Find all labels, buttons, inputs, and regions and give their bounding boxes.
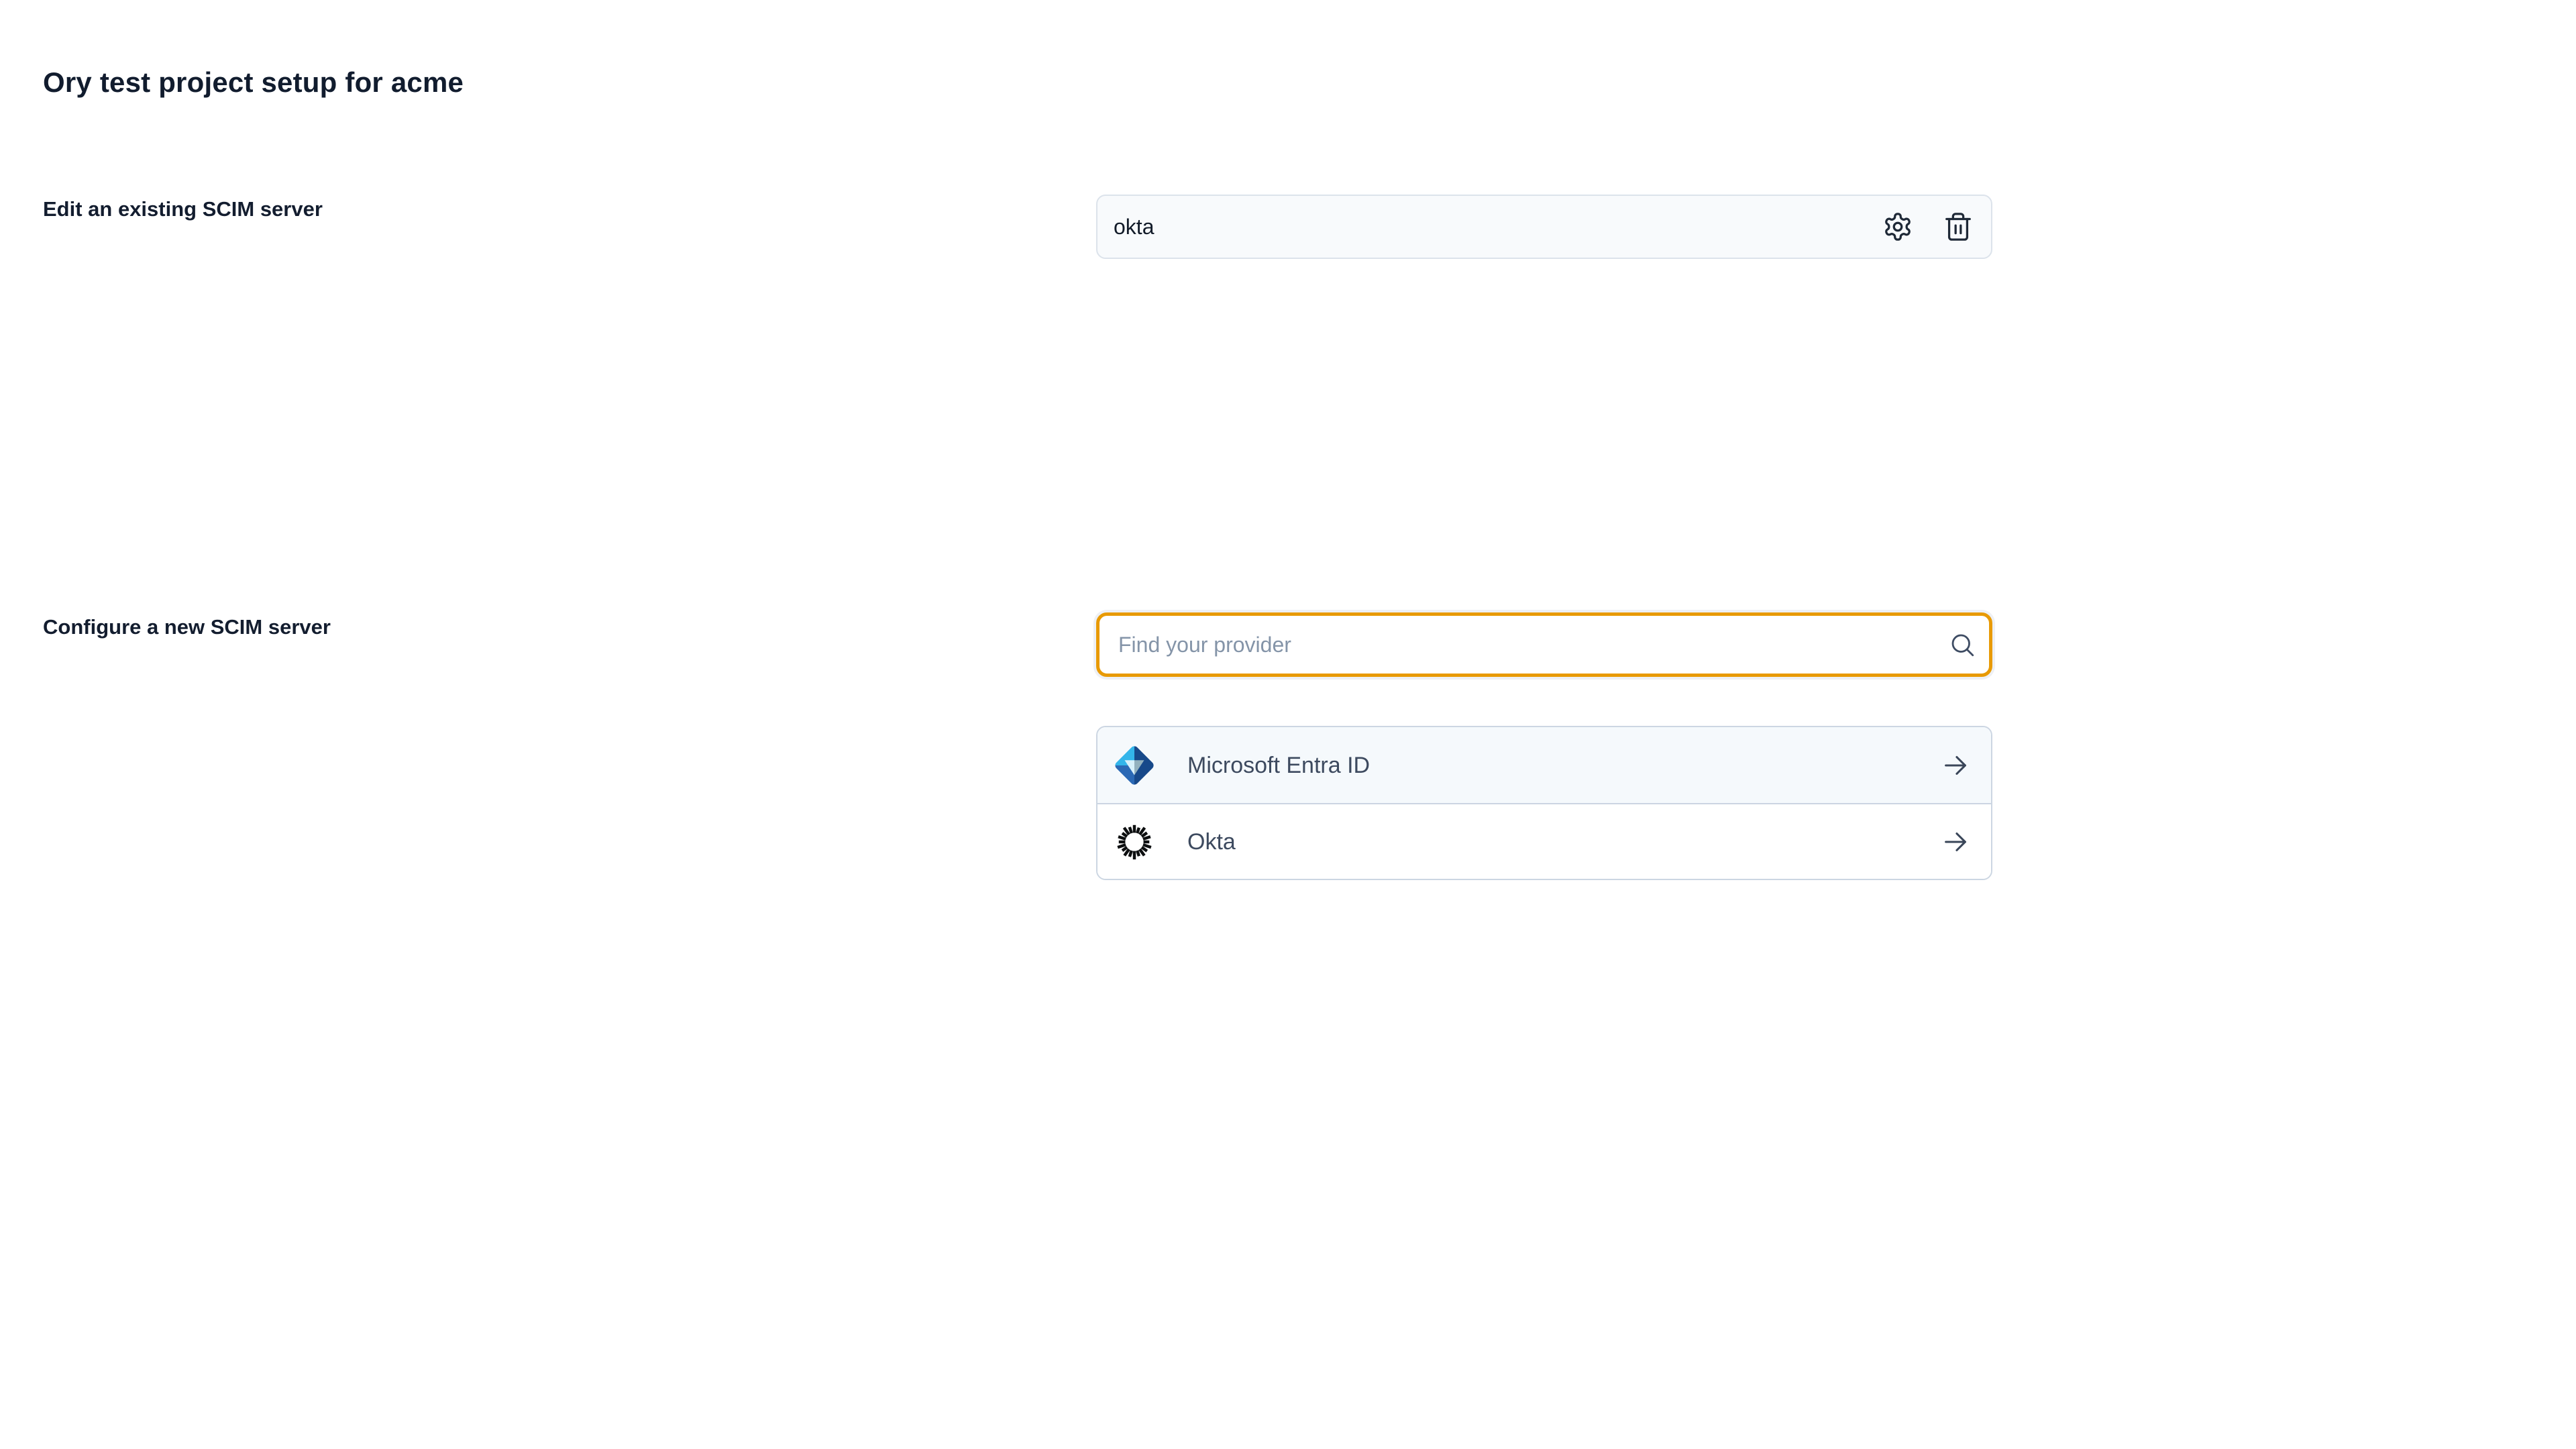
scim-setup-page: Ory test project setup for acme Edit an … — [0, 0, 2576, 1449]
provider-row-microsoft-entra-id[interactable]: Microsoft Entra ID — [1097, 727, 1991, 803]
arrow-right-icon — [1940, 826, 1971, 857]
gear-icon — [1882, 211, 1913, 242]
scim-server-name: okta — [1114, 216, 1154, 237]
configure-scim-heading: Configure a new SCIM server — [43, 614, 331, 639]
page-title: Ory test project setup for acme — [43, 66, 464, 99]
delete-server-button[interactable] — [1943, 211, 1974, 242]
provider-list: Microsoft Entra ID — [1096, 726, 1992, 880]
microsoft-entra-id-logo — [1114, 745, 1155, 786]
okta-logo — [1114, 821, 1155, 863]
provider-row-okta[interactable]: Okta — [1097, 803, 1991, 879]
server-actions — [1882, 211, 1974, 242]
arrow-right-icon — [1940, 750, 1971, 781]
scim-server-row: okta — [1096, 195, 1992, 259]
provider-search — [1096, 612, 1992, 677]
provider-label: Okta — [1187, 830, 1236, 853]
provider-label: Microsoft Entra ID — [1187, 754, 1370, 777]
configure-server-button[interactable] — [1882, 211, 1913, 242]
edit-scim-heading: Edit an existing SCIM server — [43, 197, 323, 221]
trash-icon — [1943, 211, 1974, 242]
provider-search-input[interactable] — [1096, 612, 1992, 677]
